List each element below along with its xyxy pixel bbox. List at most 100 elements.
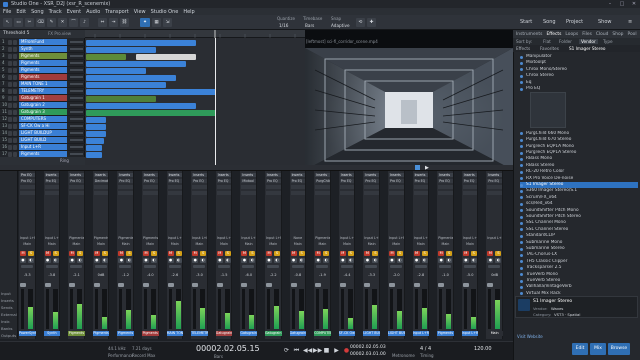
channel-volume[interactable]: 0dB bbox=[487, 273, 502, 277]
fader-handle[interactable] bbox=[118, 283, 125, 287]
fader-handle[interactable] bbox=[339, 283, 346, 287]
record-arm-button[interactable]: ● bbox=[364, 258, 371, 263]
solo-button[interactable] bbox=[13, 131, 17, 136]
monitor-button[interactable]: ◐ bbox=[52, 258, 59, 263]
insert-slot-empty[interactable] bbox=[438, 185, 453, 189]
bend-tool-button[interactable]: ⌒ bbox=[69, 18, 78, 27]
volume-fader[interactable] bbox=[291, 289, 295, 329]
insert-slot-empty[interactable] bbox=[266, 185, 281, 189]
insert-slot[interactable]: Pro EQ bbox=[413, 179, 429, 183]
pan-slider[interactable] bbox=[242, 265, 255, 268]
fader-handle[interactable] bbox=[389, 283, 395, 287]
insert-slot[interactable]: Decimate bbox=[93, 179, 109, 183]
record-arm-button[interactable]: ● bbox=[290, 258, 297, 263]
track-name[interactable]: Pigments bbox=[19, 53, 67, 59]
insert-slot-empty[interactable] bbox=[339, 191, 355, 195]
channel-volume[interactable]: -2.1 bbox=[69, 273, 84, 277]
solo-button[interactable] bbox=[13, 138, 17, 143]
channel-input[interactable]: Pigments bbox=[315, 236, 330, 240]
track-row[interactable]: 13 SF-CK Ow a Hi bbox=[0, 123, 85, 130]
monitor-button[interactable]: ◐ bbox=[77, 258, 84, 263]
insert-slot[interactable]: Pro EQ bbox=[143, 179, 158, 183]
solo-button[interactable]: S bbox=[28, 251, 34, 256]
insert-slot-empty[interactable] bbox=[216, 185, 232, 189]
volume-fader[interactable] bbox=[21, 289, 24, 329]
mix-view-button[interactable]: Mix bbox=[590, 343, 606, 355]
channel-volume[interactable]: -3.3 bbox=[364, 273, 379, 277]
record-arm-button[interactable]: ● bbox=[315, 258, 322, 263]
track-volume-slider[interactable] bbox=[70, 146, 83, 148]
audio-clip[interactable] bbox=[136, 54, 196, 60]
channel-output[interactable]: Main bbox=[94, 242, 109, 246]
channel-name[interactable]: Main bbox=[486, 331, 503, 336]
channel-name[interactable]: MAIN TONE 1 bbox=[166, 331, 184, 336]
insert-slot-empty[interactable] bbox=[290, 191, 306, 195]
solo-button[interactable] bbox=[13, 68, 17, 73]
browser-plugin-item[interactable]: Chrox Stereo bbox=[520, 73, 638, 79]
crosshair-button[interactable]: ✚ bbox=[367, 18, 376, 27]
browser-plugin-item[interactable]: PurgTech EQP1A Stereo bbox=[520, 150, 638, 156]
channel-output[interactable]: Main bbox=[143, 242, 158, 246]
track-row[interactable]: 3 Pigments bbox=[0, 53, 85, 60]
insert-slot-empty[interactable] bbox=[93, 191, 109, 195]
volume-fader[interactable] bbox=[267, 289, 270, 329]
track-volume-slider[interactable] bbox=[70, 139, 83, 141]
track-name[interactable]: Pigments bbox=[19, 60, 67, 66]
volume-fader[interactable] bbox=[390, 289, 393, 329]
solo-button[interactable]: S bbox=[495, 251, 502, 256]
channel-volume[interactable]: -1.0 bbox=[438, 273, 453, 277]
channel-output[interactable]: Main bbox=[389, 242, 404, 246]
channel-name[interactable]: Gatugrain 1 bbox=[215, 331, 233, 336]
solo-button[interactable] bbox=[13, 61, 17, 66]
solo-button[interactable]: S bbox=[77, 251, 84, 256]
record-arm-button[interactable]: ● bbox=[20, 258, 26, 263]
insert-slot-empty[interactable] bbox=[339, 185, 355, 189]
solo-button[interactable]: S bbox=[347, 251, 354, 256]
solo-button[interactable]: S bbox=[470, 251, 477, 256]
browser-plugin-item[interactable]: SSL Channel Mono bbox=[520, 220, 638, 226]
mixer-side-label[interactable]: Instr. bbox=[1, 319, 10, 324]
channel-volume[interactable]: 0dB bbox=[94, 273, 109, 277]
channel-input[interactable]: Input L+R bbox=[217, 236, 232, 240]
insert-slot[interactable]: Pro EQ bbox=[118, 179, 133, 183]
mute-button[interactable]: M bbox=[20, 251, 26, 256]
snap-value[interactable]: Adaptive bbox=[331, 23, 350, 28]
mute-button[interactable] bbox=[8, 138, 12, 143]
track-volume-slider[interactable] bbox=[70, 83, 83, 85]
browser-plugin-item[interactable]: SoundShifter Pitch Stereo bbox=[520, 214, 638, 220]
inserts-header[interactable]: Inserts bbox=[167, 173, 183, 177]
browser-plugin-item[interactable]: RBass Stereo bbox=[520, 163, 638, 169]
track-volume-slider[interactable] bbox=[70, 97, 83, 99]
menu-item-event[interactable]: Event bbox=[67, 9, 81, 15]
pan-slider[interactable] bbox=[45, 265, 58, 268]
close-icon[interactable]: ✕ bbox=[628, 0, 640, 8]
channel-volume[interactable]: -2.6 bbox=[168, 273, 183, 277]
inserts-header[interactable]: Inserts bbox=[462, 173, 478, 177]
insert-slot-empty[interactable] bbox=[167, 185, 183, 189]
audio-clip[interactable] bbox=[86, 131, 106, 137]
insert-slot-empty[interactable] bbox=[241, 191, 256, 195]
track-row[interactable]: 4 Pigments bbox=[0, 60, 85, 67]
mute-tool-button[interactable]: ✕ bbox=[58, 18, 67, 27]
fader-handle[interactable] bbox=[413, 283, 420, 287]
edit-view-button[interactable]: Edit bbox=[572, 343, 588, 355]
rewind-icon[interactable]: ⏮ bbox=[293, 347, 300, 354]
solo-button[interactable] bbox=[13, 110, 17, 115]
fader-handle[interactable] bbox=[241, 283, 248, 287]
record-arm-button[interactable]: ● bbox=[266, 258, 272, 263]
channel-name[interactable]: Input L+R bbox=[461, 331, 479, 336]
mute-button[interactable] bbox=[8, 40, 12, 45]
pan-slider[interactable] bbox=[488, 265, 501, 268]
track-volume-slider[interactable] bbox=[70, 48, 83, 50]
fader-handle[interactable] bbox=[69, 283, 76, 287]
loop-icon[interactable]: ⟳ bbox=[283, 347, 290, 354]
insert-slot-empty[interactable] bbox=[44, 191, 60, 195]
monitor-button[interactable]: ◐ bbox=[372, 258, 379, 263]
grid-button[interactable]: ▦ bbox=[152, 18, 161, 27]
insert-slot[interactable]: Pro EQ bbox=[462, 179, 478, 183]
snap-toggle-button[interactable]: ⇲ bbox=[163, 18, 172, 27]
solo-button[interactable] bbox=[13, 117, 17, 122]
mute-button[interactable]: M bbox=[389, 251, 395, 256]
browser-tab-effects[interactable]: Effects bbox=[546, 32, 561, 37]
fader-handle[interactable] bbox=[290, 283, 297, 287]
